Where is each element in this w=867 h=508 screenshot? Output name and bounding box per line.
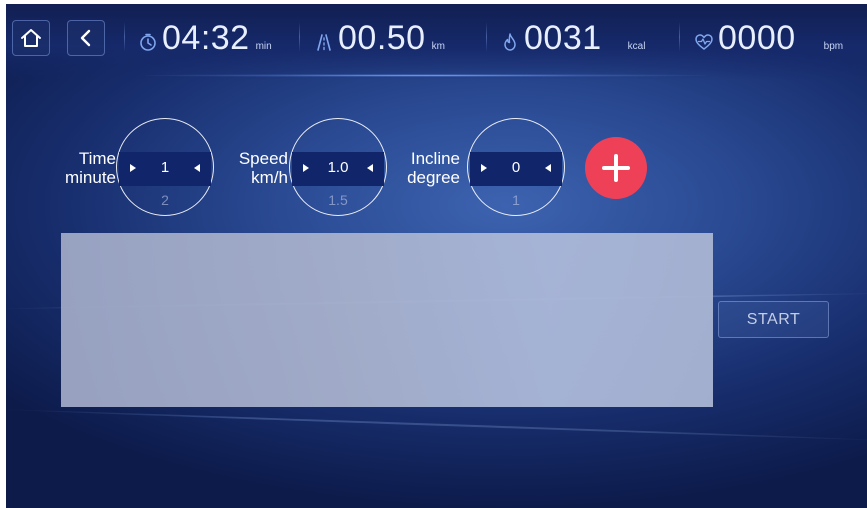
speed-label-title: Speed	[238, 149, 288, 168]
incline-next-value: 1	[512, 192, 520, 208]
back-button[interactable]	[67, 20, 105, 56]
road-icon	[317, 34, 331, 51]
home-icon	[21, 29, 41, 47]
heart-rate-value: 0000	[718, 19, 796, 57]
time-label-title: Time	[78, 149, 116, 168]
status-bar: 04:32 min 00.50 km 0031 kcal 0000 bpm	[6, 4, 867, 80]
home-button[interactable]	[12, 20, 50, 56]
speed-label: Speed km/h	[228, 149, 288, 187]
divider	[124, 22, 125, 52]
speed-next-value: 1.5	[328, 192, 348, 208]
incline-value: 0	[511, 159, 521, 176]
treadmill-screen: 04:32 min 00.50 km 0031 kcal 0000 bpm Ti…	[6, 4, 867, 508]
elapsed-time-readout: 04:32 min	[138, 18, 272, 58]
start-button[interactable]: START	[718, 301, 829, 338]
add-segment-button[interactable]	[585, 137, 647, 199]
calories-unit: kcal	[627, 41, 646, 52]
flame-icon	[504, 33, 516, 51]
time-label: Time minute	[58, 149, 116, 187]
time-label-unit: minute	[64, 168, 116, 187]
background-glow-line	[6, 408, 867, 442]
time-dial[interactable]: 1 2	[116, 118, 214, 216]
divider	[299, 22, 300, 52]
heart-rate-unit: bpm	[823, 41, 844, 52]
chevron-left-icon	[80, 29, 91, 47]
elapsed-time-unit: min	[255, 41, 272, 52]
time-value: 1	[160, 159, 170, 176]
stopwatch-icon	[140, 33, 156, 51]
plus-icon	[602, 154, 630, 182]
heart-pulse-icon	[695, 34, 713, 50]
speed-value: 1.0	[327, 159, 349, 176]
speed-dial[interactable]: 1.0 1.5	[289, 118, 387, 216]
time-next-value: 2	[161, 192, 169, 208]
calories-value: 0031	[524, 19, 602, 57]
program-segment-area[interactable]	[61, 233, 713, 407]
incline-label: Incline degree	[402, 149, 460, 187]
incline-dial[interactable]: 0 1	[467, 118, 565, 216]
calories-readout: 0031 kcal	[500, 18, 645, 58]
distance-readout: 00.50 km	[314, 18, 445, 58]
incline-label-unit: degree	[407, 168, 460, 187]
divider	[679, 22, 680, 52]
heart-rate-readout: 0000 bpm	[694, 18, 843, 58]
distance-unit: km	[431, 41, 445, 52]
distance-value: 00.50	[338, 19, 426, 57]
incline-label-title: Incline	[410, 149, 460, 168]
speed-label-unit: km/h	[251, 168, 288, 187]
divider	[486, 22, 487, 52]
status-bar-shine	[146, 74, 706, 77]
elapsed-time-value: 04:32	[162, 19, 250, 57]
